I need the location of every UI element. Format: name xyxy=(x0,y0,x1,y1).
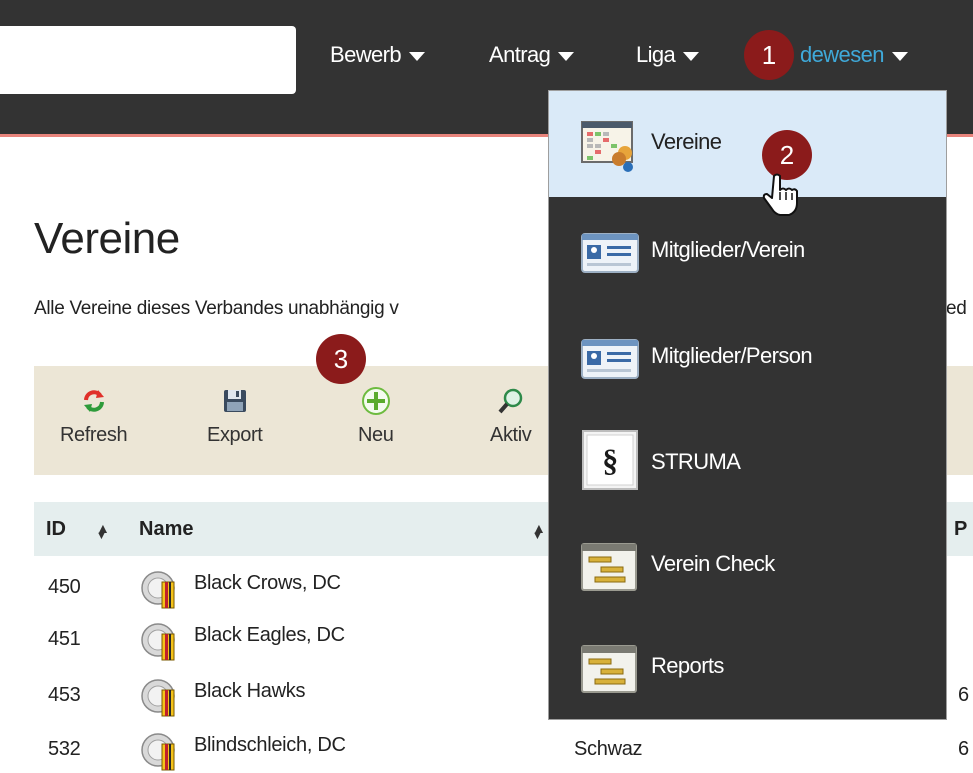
column-header-p[interactable]: P xyxy=(954,518,967,541)
menu-item-mitglieder-verein[interactable]: Mitglieder/Verein xyxy=(549,197,946,303)
step-marker-3: 3 xyxy=(316,334,366,384)
column-header-name[interactable]: Name xyxy=(139,518,193,541)
menu-item-reports[interactable]: Reports xyxy=(549,621,946,719)
menu-item-label: STRUMA xyxy=(651,449,741,474)
menu-item-struma[interactable]: § STRUMA xyxy=(549,409,946,515)
aktiv-button[interactable]: Aktiv xyxy=(490,384,532,447)
refresh-button[interactable]: Refresh xyxy=(60,384,128,447)
cell-extra: 6 xyxy=(958,738,969,760)
menu-item-label: Mitglieder/Person xyxy=(651,343,813,368)
menu-item-label: Verein Check xyxy=(651,551,775,576)
export-label: Export xyxy=(207,424,263,446)
nav-bewerb[interactable]: Bewerb xyxy=(330,42,425,68)
hand-pointer-icon xyxy=(762,173,798,216)
page-description: Alle Vereine dieses Verbandes unabhängig… xyxy=(34,298,399,319)
id-card-icon xyxy=(581,339,639,379)
cell-id: 532 xyxy=(48,738,81,760)
menu-item-label: Reports xyxy=(651,653,724,678)
page-description-tail: ed xyxy=(946,298,967,319)
club-icon xyxy=(141,733,175,771)
chevron-down-icon xyxy=(891,51,908,61)
menu-item-label: Vereine xyxy=(651,129,722,154)
cell-extra: 6 xyxy=(958,684,969,706)
aktiv-label: Aktiv xyxy=(490,424,532,446)
nav-liga-label: Liga xyxy=(636,42,676,67)
menu-item-verein-check[interactable]: Verein Check xyxy=(549,515,946,621)
gantt-icon xyxy=(581,645,637,693)
cell-name[interactable]: Blindschleich, DC xyxy=(194,734,346,757)
refresh-icon xyxy=(81,384,107,418)
gantt-icon xyxy=(581,543,637,591)
save-disk-icon xyxy=(222,384,248,418)
search-input[interactable] xyxy=(0,26,296,94)
dropdown-menu: Vereine Mitglieder/Verein Mitglieder/Per… xyxy=(548,90,947,720)
menu-item-mitglieder-person[interactable]: Mitglieder/Person xyxy=(549,303,946,409)
cell-name[interactable]: Black Eagles, DC xyxy=(194,624,345,647)
export-button[interactable]: Export xyxy=(207,384,263,447)
paragraph-icon: § xyxy=(582,430,638,490)
page-title: Vereine xyxy=(34,214,180,263)
refresh-label: Refresh xyxy=(60,424,128,446)
chevron-down-icon xyxy=(558,51,575,61)
cell-name[interactable]: Black Crows, DC xyxy=(194,572,341,595)
menu-item-label: Mitglieder/Verein xyxy=(651,237,805,262)
neu-button[interactable]: Neu xyxy=(358,384,394,447)
menu-item-vereine[interactable]: Vereine xyxy=(549,91,946,197)
id-card-icon xyxy=(581,233,639,273)
nav-liga[interactable]: Liga xyxy=(636,42,700,68)
cell-id: 451 xyxy=(48,628,81,650)
chevron-down-icon xyxy=(683,51,700,61)
step-marker-1: 1 xyxy=(744,30,794,80)
add-icon xyxy=(361,384,391,418)
sort-icon[interactable]: ▼ xyxy=(532,530,543,542)
cell-id: 450 xyxy=(48,576,81,598)
cell-city: Schwaz xyxy=(574,738,643,760)
column-header-id[interactable]: ID xyxy=(46,518,66,541)
cell-name[interactable]: Black Hawks xyxy=(194,680,305,703)
chevron-down-icon xyxy=(409,51,425,61)
sort-icon[interactable]: ▼ xyxy=(96,530,107,542)
nav-dewesen[interactable]: dewesen xyxy=(800,42,908,68)
svg-text:§: § xyxy=(602,442,617,478)
nav-dewesen-label: dewesen xyxy=(800,42,884,67)
nav-bewerb-label: Bewerb xyxy=(330,42,402,67)
clubs-grid-icon xyxy=(581,121,633,172)
nav-antrag[interactable]: Antrag xyxy=(489,42,575,68)
club-icon xyxy=(141,679,175,717)
search-icon xyxy=(497,384,525,418)
nav-antrag-label: Antrag xyxy=(489,42,551,67)
club-icon xyxy=(141,571,175,609)
neu-label: Neu xyxy=(358,424,394,446)
club-icon xyxy=(141,623,175,661)
cell-id: 453 xyxy=(48,684,81,706)
